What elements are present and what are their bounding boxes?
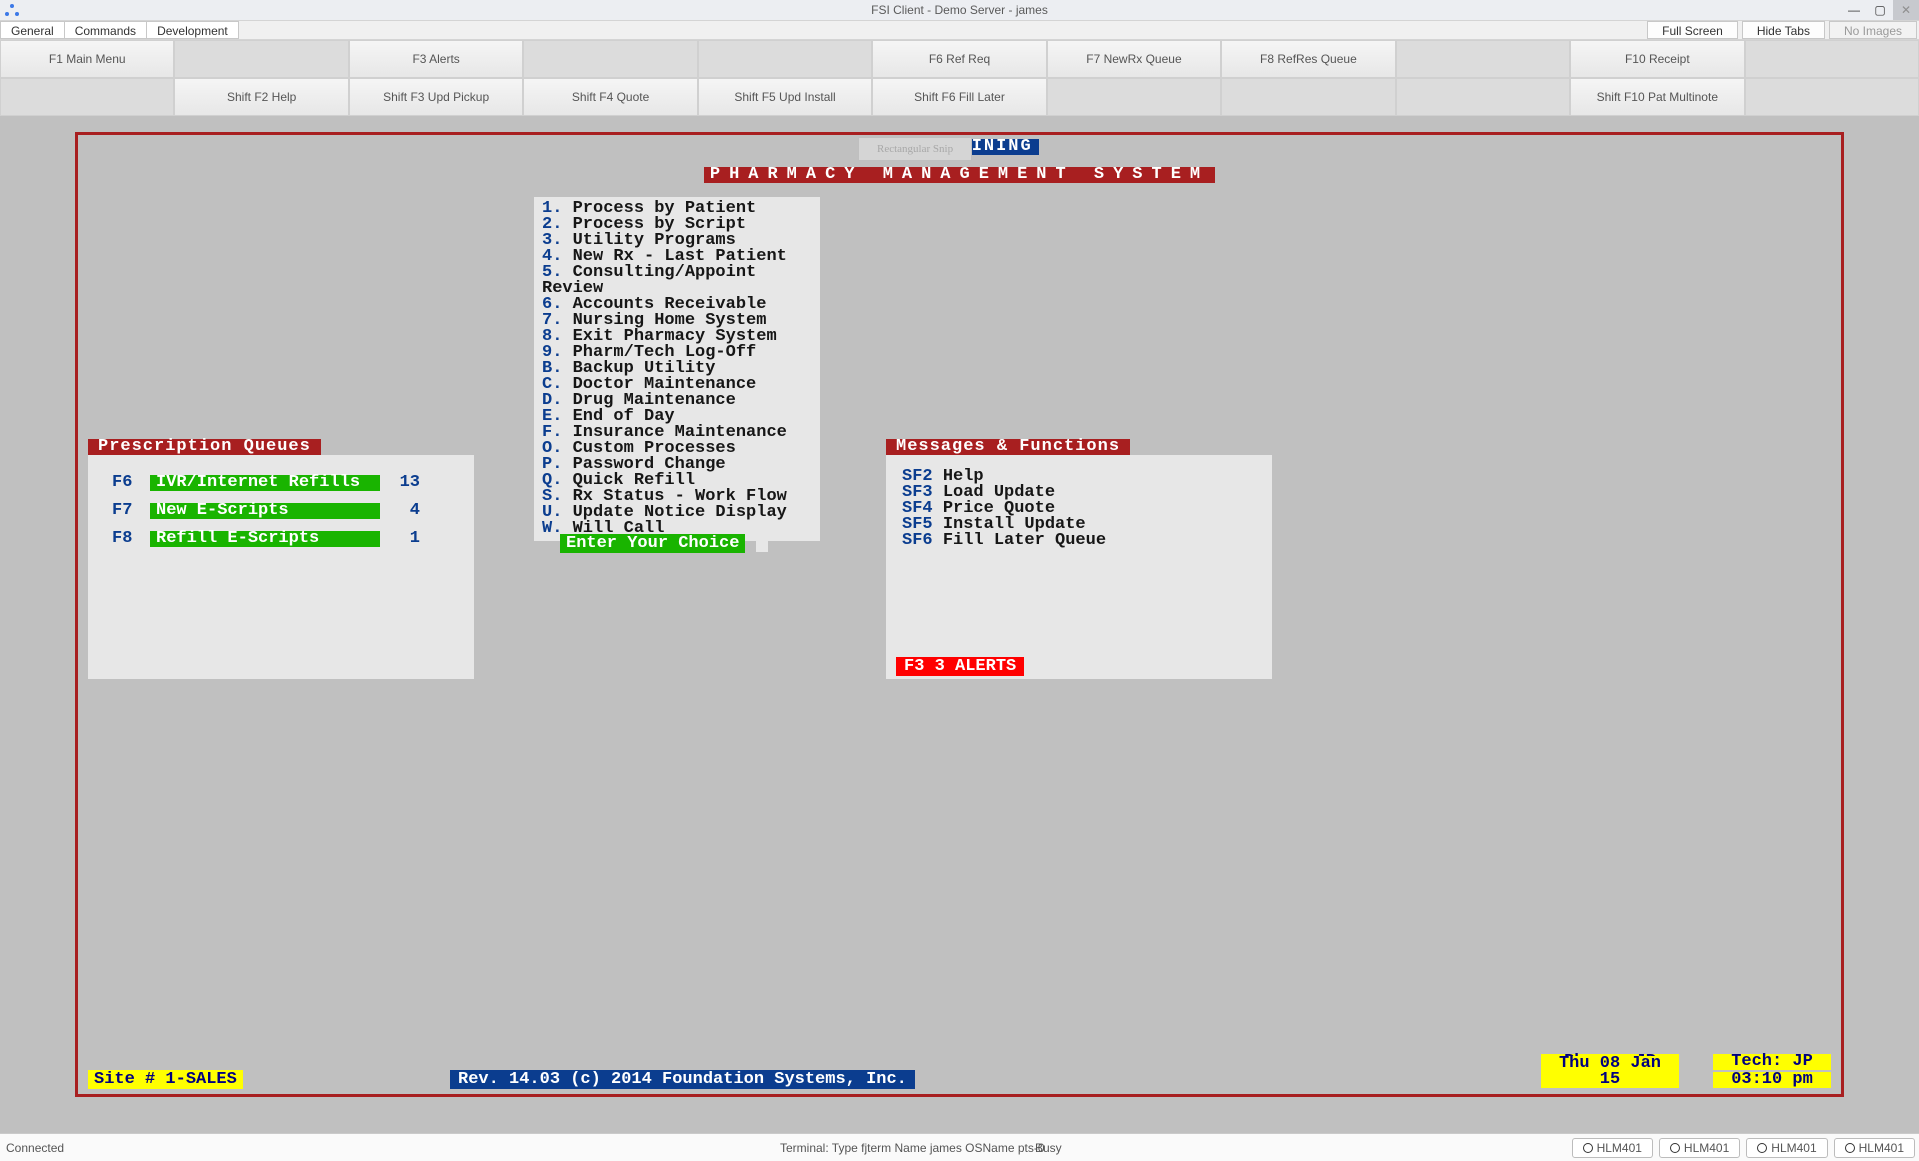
ribbon-ribbon_row1-4 [698,40,872,78]
ribbon-ribbon_row2-6 [1047,78,1221,116]
ribbon-ribbon_row1-10 [1745,40,1919,78]
tab-development[interactable]: Development [146,21,239,39]
status-busy: Busy [1035,1141,1062,1155]
function-key-ribbon: F1 Main Menu F3 Alerts F6 Ref ReqF7 NewRx … [0,40,1919,116]
message-row[interactable]: SF6 Fill Later Queue [902,533,1256,549]
messages-panel: SF2 HelpSF3 Load UpdateSF4 Price QuoteSF… [886,455,1272,679]
ribbon-ribbon_row1-3 [523,40,697,78]
ribbon-ribbon_row2-4[interactable]: Shift F5 Upd Install [698,78,872,116]
menu-item[interactable]: 5. Consulting/Appoint Review [542,265,812,297]
ribbon-ribbon_row2-9[interactable]: Shift F10 Pat Multinote [1570,78,1744,116]
window-title: FSI Client - Demo Server - james [0,0,1919,20]
ribbon-ribbon_row2-7 [1221,78,1395,116]
queues-panel: F6IVR/Internet Refills13F7New E-Scripts4… [88,455,474,679]
queue-row[interactable]: F8Refill E-Scripts1 [88,525,474,553]
ribbon-ribbon_row2-8 [1396,78,1570,116]
ribbon-ribbon_row1-6[interactable]: F7 NewRx Queue [1047,40,1221,78]
status-terminal-info: Terminal: Type fjterm Name james OSName … [780,1141,1045,1155]
tab-general[interactable]: General [0,21,65,39]
session-button-4[interactable]: HLM401 [1834,1138,1915,1158]
site-badge: Site # 1-SALES [88,1070,243,1089]
revision-badge: Rev. 14.03 (c) 2014 Foundation Systems, … [450,1070,915,1089]
terminal-frame: FSI TRAINING Rectangular Snip PHARMACY M… [75,132,1844,1097]
queues-header: Prescription Queues [88,439,321,455]
alert-badge[interactable]: F3 3 ALERTS [896,657,1024,676]
main-menu-panel: 1. Process by Patient2. Process by Scrip… [534,197,820,541]
ribbon-ribbon_row2-3[interactable]: Shift F4 Quote [523,78,697,116]
ribbon-ribbon_row1-5[interactable]: F6 Ref Req [872,40,1046,78]
snip-label: Rectangular Snip [858,137,972,161]
fullscreen-button[interactable]: Full Screen [1647,21,1738,39]
tech-badge: Tech: JP [1713,1054,1831,1070]
ribbon-ribbon_row2-5[interactable]: Shift F6 Fill Later [872,78,1046,116]
status-bar: Connected Terminal: Type fjterm Name jam… [0,1133,1919,1161]
ribbon-ribbon_row2-0 [0,78,174,116]
ribbon-ribbon_row1-0[interactable]: F1 Main Menu [0,40,174,78]
session-button-3[interactable]: HLM401 [1746,1138,1827,1158]
ribbon-ribbon_row1-7[interactable]: F8 RefRes Queue [1221,40,1395,78]
ribbon-ribbon_row1-1 [174,40,348,78]
ribbon-ribbon_row1-8 [1396,40,1570,78]
prompt[interactable]: Enter Your Choice [560,534,745,553]
date-badge: Thu 08 Jan 15 [1541,1056,1679,1088]
workspace: FSI TRAINING Rectangular Snip PHARMACY M… [0,116,1919,1129]
queue-row[interactable]: F6IVR/Internet Refills13 [88,469,474,497]
ribbon-ribbon_row2-2[interactable]: Shift F3 Upd Pickup [349,78,523,116]
prompt-cursor[interactable] [756,535,768,552]
status-connected: Connected [6,1141,64,1155]
queue-row[interactable]: F7New E-Scripts4 [88,497,474,525]
messages-header: Messages & Functions [886,439,1130,455]
time-badge: 03:10 pm [1713,1072,1831,1088]
menu-row: General Commands Development Full Screen… [0,20,1919,40]
ribbon-ribbon_row2-1[interactable]: Shift F2 Help [174,78,348,116]
ribbon-ribbon_row1-2[interactable]: F3 Alerts [349,40,523,78]
session-button-1[interactable]: HLM401 [1572,1138,1653,1158]
ribbon-ribbon_row2-10 [1745,78,1919,116]
app-title: PHARMACY MANAGEMENT SYSTEM [704,167,1215,183]
session-button-2[interactable]: HLM401 [1659,1138,1740,1158]
tab-commands[interactable]: Commands [64,21,147,39]
ribbon-ribbon_row1-9[interactable]: F10 Receipt [1570,40,1744,78]
window-titlebar: FSI Client - Demo Server - james — ▢ ✕ [0,0,1919,20]
no-images-button: No Images [1829,21,1917,39]
hide-tabs-button[interactable]: Hide Tabs [1742,21,1825,39]
